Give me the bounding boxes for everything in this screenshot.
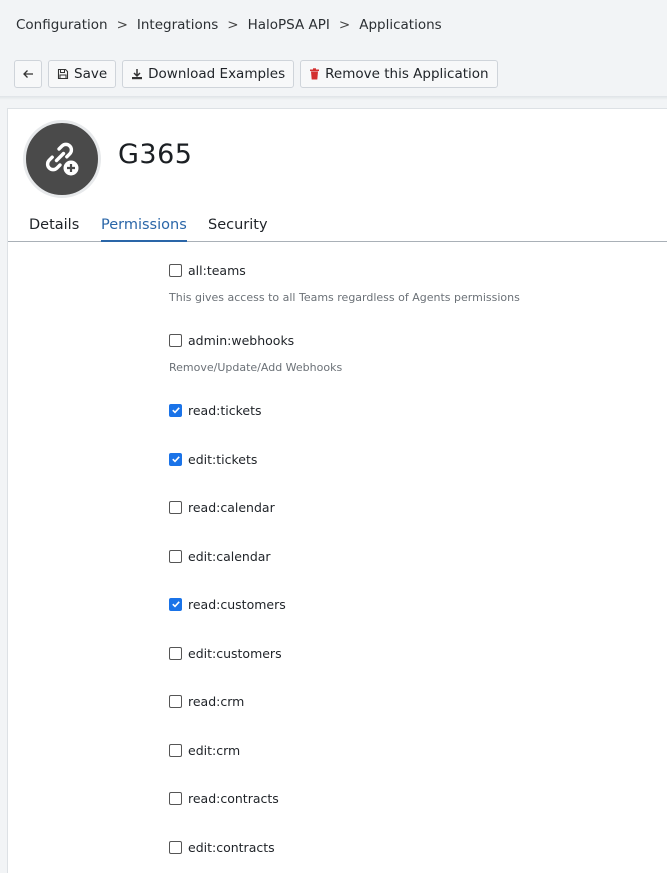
tab-permissions[interactable]: Permissions (101, 215, 187, 242)
permission-label: read:customers (188, 596, 286, 612)
permission-item-edit-crm[interactable]: edit:crm (169, 741, 240, 759)
permission-label: read:crm (188, 693, 245, 709)
arrow-left-icon (23, 70, 33, 78)
permission-item-all-teams[interactable]: all:teams (169, 261, 246, 279)
breadcrumb-separator: > (116, 17, 128, 33)
breadcrumb-integrations[interactable]: Integrations (137, 17, 218, 33)
permission-label: edit:tickets (188, 451, 258, 467)
permission-label: edit:calendar (188, 548, 271, 564)
permission-item-edit-calendar[interactable]: edit:calendar (169, 547, 271, 565)
permission-item-admin-webhooks[interactable]: admin:webhooks (169, 331, 294, 349)
tab-security[interactable]: Security (208, 215, 268, 240)
permission-item-edit-customers[interactable]: edit:customers (169, 644, 282, 662)
save-icon (57, 68, 69, 80)
permission-checkbox[interactable] (169, 549, 182, 563)
permission-item-edit-contracts[interactable]: edit:contracts (169, 838, 275, 856)
permission-label: admin:webhooks (188, 332, 295, 348)
tab-details[interactable]: Details (29, 215, 79, 240)
breadcrumb-configuration[interactable]: Configuration (16, 17, 108, 33)
permission-checkbox[interactable] (169, 263, 182, 277)
application-card: G365 Details Permissions Security all:te… (7, 108, 667, 873)
permission-item-read-contracts[interactable]: read:contracts (169, 789, 279, 807)
permission-checkbox[interactable] (169, 452, 182, 466)
permission-label: read:contracts (188, 790, 279, 806)
breadcrumb-applications[interactable]: Applications (359, 17, 441, 33)
permission-checkbox[interactable] (169, 403, 182, 417)
permission-description: This gives access to all Teams regardles… (169, 291, 520, 304)
permission-item-read-calendar[interactable]: read:calendar (169, 498, 275, 516)
remove-application-button[interactable]: Remove this Application (300, 60, 498, 88)
breadcrumb-separator: > (338, 17, 351, 33)
remove-application-label: Remove this Application (325, 66, 489, 82)
permission-checkbox[interactable] (169, 743, 182, 757)
save-button-label: Save (74, 66, 108, 82)
permission-checkbox[interactable] (169, 791, 182, 805)
download-icon (132, 69, 143, 80)
link-add-icon (45, 142, 79, 176)
permission-label: read:calendar (188, 499, 275, 515)
application-name: G365 (118, 139, 193, 170)
permission-checkbox[interactable] (169, 500, 182, 514)
checkmark-icon (171, 407, 180, 414)
back-button[interactable] (14, 60, 42, 88)
toolbar-divider (0, 96, 667, 100)
breadcrumb-halopsa-api[interactable]: HaloPSA API (248, 17, 330, 33)
permission-checkbox[interactable] (169, 694, 182, 708)
breadcrumb-separator: > (227, 17, 239, 33)
checkmark-icon (171, 601, 180, 608)
permission-label: edit:crm (188, 742, 241, 758)
application-avatar (23, 120, 101, 198)
permission-label: edit:contracts (188, 839, 275, 855)
checkmark-icon (171, 456, 180, 463)
permission-item-read-tickets[interactable]: read:tickets (169, 401, 262, 419)
permission-checkbox[interactable] (169, 840, 182, 854)
permission-item-read-crm[interactable]: read:crm (169, 692, 244, 710)
permission-checkbox[interactable] (169, 597, 182, 611)
permission-description: Remove/Update/Add Webhooks (169, 361, 343, 374)
download-examples-label: Download Examples (148, 66, 286, 82)
permission-checkbox[interactable] (169, 646, 182, 660)
permission-label: edit:customers (188, 645, 282, 661)
save-button[interactable]: Save (48, 60, 117, 88)
toolbar: Save Download Examples Remove this Appli… (14, 59, 498, 89)
permission-label: all:teams (188, 262, 246, 278)
trash-icon (310, 68, 320, 80)
permission-item-read-customers[interactable]: read:customers (169, 595, 286, 613)
permission-item-edit-tickets[interactable]: edit:tickets (169, 450, 257, 468)
tab-bar: Details Permissions Security (8, 215, 667, 242)
permission-checkbox[interactable] (169, 333, 182, 347)
permission-label: read:tickets (188, 402, 262, 418)
breadcrumb: Configuration > Integrations > HaloPSA A… (16, 15, 442, 35)
download-examples-button[interactable]: Download Examples (122, 60, 295, 88)
